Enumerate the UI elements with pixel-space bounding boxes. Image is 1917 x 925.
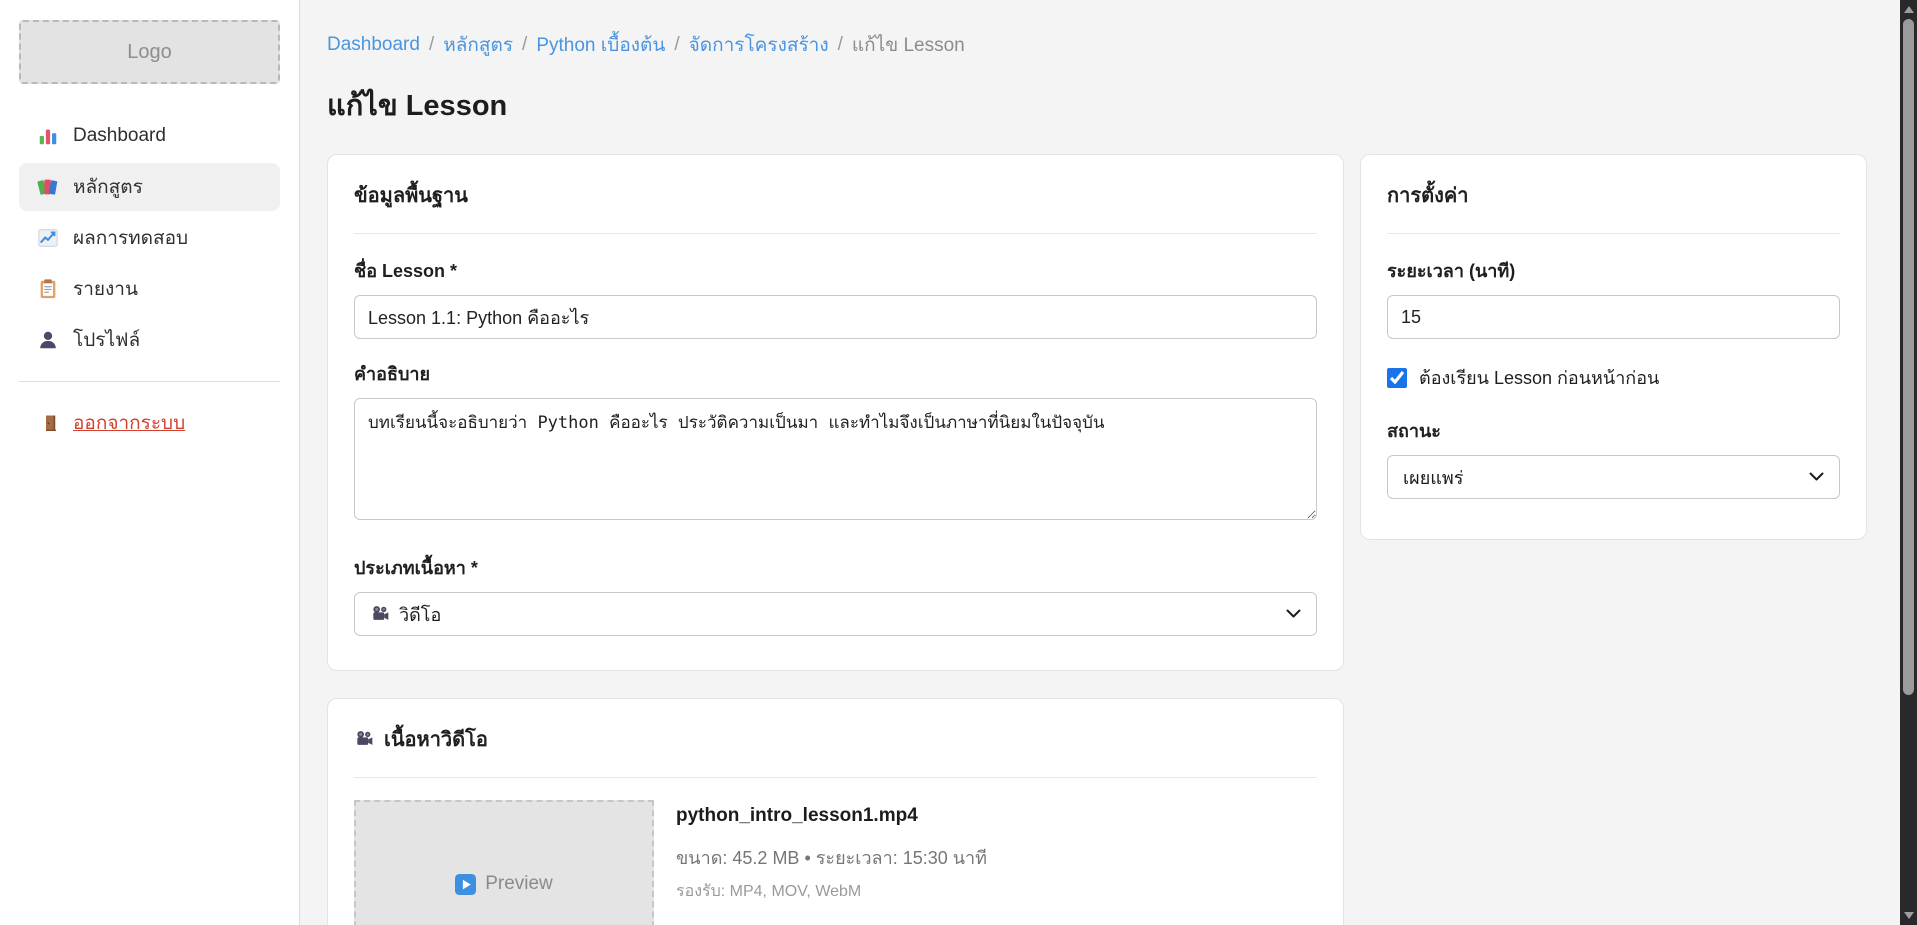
- breadcrumb-separator: /: [522, 34, 527, 56]
- sidebar-item-label: หลักสูตร: [73, 172, 143, 202]
- logout-link[interactable]: ออกจากระบบ: [19, 398, 280, 448]
- video-info: python_intro_lesson1.mp4 ขนาด: 45.2 MB •…: [676, 800, 987, 925]
- sidebar-divider: [19, 381, 280, 382]
- sidebar-nav: Dashboard หลักสูตร ผลการทดสอบ: [19, 112, 280, 367]
- bar-chart-icon: [37, 125, 59, 147]
- content-area: ข้อมูลพื้นฐาน ชื่อ Lesson * คำอธิบาย บทเ…: [327, 154, 1900, 925]
- scrollbar-thumb[interactable]: [1903, 19, 1914, 695]
- sidebar-item-label: ผลการทดสอบ: [73, 223, 188, 253]
- sidebar: Logo Dashboard หลักสูตร: [0, 0, 300, 925]
- breadcrumb-separator: /: [674, 34, 679, 56]
- settings-card: การตั้งค่า ระยะเวลา (นาที) ต้องเรียน Les…: [1360, 154, 1867, 540]
- video-content-title: เนื้อหาวิดีโอ: [354, 723, 1317, 778]
- door-icon: [41, 413, 61, 433]
- chevron-down-icon: [1809, 472, 1824, 482]
- chevron-down-icon: [1286, 609, 1301, 619]
- sidebar-item-dashboard[interactable]: Dashboard: [19, 112, 280, 160]
- lesson-name-input[interactable]: [354, 295, 1317, 339]
- prerequisite-checkbox-row[interactable]: ต้องเรียน Lesson ก่อนหน้าก่อน: [1387, 363, 1840, 392]
- breadcrumb-link-dashboard[interactable]: Dashboard: [327, 34, 420, 56]
- video-filename: python_intro_lesson1.mp4: [676, 805, 987, 827]
- movie-camera-icon: [354, 729, 374, 749]
- settings-title: การตั้งค่า: [1387, 179, 1840, 234]
- breadcrumb-separator: /: [838, 34, 843, 56]
- video-supported-formats: รองรับ: MP4, MOV, WebM: [676, 879, 987, 904]
- basic-info-title: ข้อมูลพื้นฐาน: [354, 179, 1317, 234]
- breadcrumb-link-courses[interactable]: หลักสูตร: [443, 30, 513, 60]
- logo-placeholder: Logo: [19, 20, 280, 84]
- video-content-card: เนื้อหาวิดีโอ Preview python_intro_: [327, 698, 1344, 925]
- duration-input[interactable]: [1387, 295, 1840, 339]
- content-type-select[interactable]: วิดีโอ: [354, 592, 1317, 636]
- sidebar-item-label: Dashboard: [73, 125, 166, 147]
- status-label: สถานะ: [1387, 416, 1840, 445]
- breadcrumb: Dashboard / หลักสูตร / Python เบื้องต้น …: [327, 30, 1900, 60]
- scrollbar-down-arrow[interactable]: [1900, 906, 1917, 925]
- duration-label: ระยะเวลา (นาที): [1387, 256, 1840, 285]
- clipboard-icon: [37, 278, 59, 300]
- sidebar-item-label: รายงาน: [73, 274, 138, 304]
- books-icon: [37, 176, 59, 198]
- sidebar-item-label: โปรไฟล์: [73, 325, 140, 355]
- right-column: การตั้งค่า ระยะเวลา (นาที) ต้องเรียน Les…: [1360, 154, 1867, 540]
- scrollbar-up-arrow[interactable]: [1900, 0, 1917, 19]
- sidebar-item-courses[interactable]: หลักสูตร: [19, 163, 280, 211]
- breadcrumb-separator: /: [429, 34, 434, 56]
- play-icon: [455, 874, 476, 895]
- description-label: คำอธิบาย: [354, 359, 1317, 388]
- logo-text: Logo: [127, 41, 172, 64]
- sidebar-item-reports[interactable]: รายงาน: [19, 265, 280, 313]
- video-row: Preview python_intro_lesson1.mp4 ขนาด: 4…: [354, 800, 1317, 925]
- chart-increasing-icon: [37, 227, 59, 249]
- breadcrumb-link-course[interactable]: Python เบื้องต้น: [536, 30, 665, 60]
- movie-camera-icon: [370, 604, 390, 624]
- basic-info-card: ข้อมูลพื้นฐาน ชื่อ Lesson * คำอธิบาย บทเ…: [327, 154, 1344, 671]
- prerequisite-label: ต้องเรียน Lesson ก่อนหน้าก่อน: [1419, 363, 1659, 392]
- video-content-title-text: เนื้อหาวิดีโอ: [384, 723, 488, 755]
- logout-label: ออกจากระบบ: [73, 408, 185, 438]
- page-title: แก้ไข Lesson: [327, 82, 1900, 128]
- video-meta: ขนาด: 45.2 MB • ระยะเวลา: 15:30 นาที: [676, 843, 987, 872]
- status-select[interactable]: เผยแพร่: [1387, 455, 1840, 499]
- sidebar-item-profile[interactable]: โปรไฟล์: [19, 316, 280, 364]
- breadcrumb-current: แก้ไข Lesson: [852, 30, 965, 60]
- video-preview[interactable]: Preview: [354, 800, 654, 925]
- lesson-name-label: ชื่อ Lesson *: [354, 256, 1317, 285]
- breadcrumb-link-structure[interactable]: จัดการโครงสร้าง: [689, 30, 829, 60]
- status-value: เผยแพร่: [1403, 463, 1463, 492]
- left-column: ข้อมูลพื้นฐาน ชื่อ Lesson * คำอธิบาย บทเ…: [327, 154, 1344, 925]
- prerequisite-checkbox[interactable]: [1387, 368, 1407, 388]
- content-type-value: วิดีโอ: [399, 600, 441, 629]
- sidebar-item-test-results[interactable]: ผลการทดสอบ: [19, 214, 280, 262]
- person-icon: [37, 329, 59, 351]
- page-scrollbar[interactable]: [1900, 0, 1917, 925]
- preview-label: Preview: [485, 873, 553, 895]
- content-type-label: ประเภทเนื้อหา *: [354, 553, 1317, 582]
- description-textarea[interactable]: บทเรียนนี้จะอธิบายว่า Python คืออะไร ประ…: [354, 398, 1317, 520]
- main-content: Dashboard / หลักสูตร / Python เบื้องต้น …: [300, 0, 1900, 925]
